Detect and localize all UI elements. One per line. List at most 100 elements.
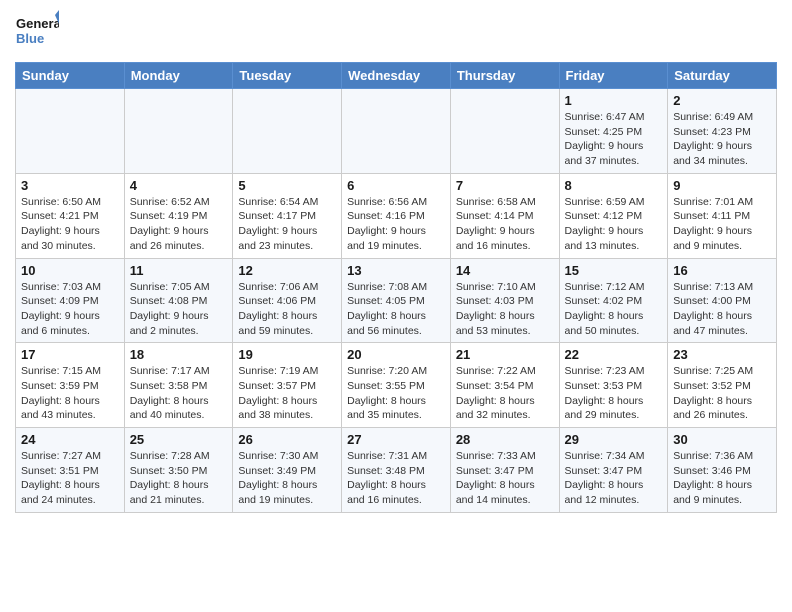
day-number: 6 [347,178,445,193]
day-number: 3 [21,178,119,193]
day-info: Sunrise: 6:49 AM Sunset: 4:23 PM Dayligh… [673,110,771,169]
calendar-cell: 16Sunrise: 7:13 AM Sunset: 4:00 PM Dayli… [668,258,777,343]
day-info: Sunrise: 7:01 AM Sunset: 4:11 PM Dayligh… [673,195,771,254]
day-info: Sunrise: 6:47 AM Sunset: 4:25 PM Dayligh… [565,110,663,169]
day-info: Sunrise: 7:19 AM Sunset: 3:57 PM Dayligh… [238,364,336,423]
calendar-cell: 3 Sunrise: 6:50 AM Sunset: 4:21 PM Daylig… [16,173,125,258]
calendar-cell: 2Sunrise: 6:49 AM Sunset: 4:23 PM Daylig… [668,89,777,174]
day-number: 28 [456,432,554,447]
calendar-cell: 13 Sunrise: 7:08 AM Sunset: 4:05 PM Dayli… [342,258,451,343]
day-info: Sunrise: 7:03 AM Sunset: 4:09 PM Dayligh… [21,280,119,339]
calendar-cell: 18Sunrise: 7:17 AM Sunset: 3:58 PM Dayli… [124,343,233,428]
day-info: Sunrise: 7:05 AM Sunset: 4:08 PM Dayligh… [130,280,228,339]
day-number: 1 [565,93,663,108]
day-info: Sunrise: 7:36 AM Sunset: 3:46 PM Dayligh… [673,449,771,508]
calendar-cell: 1 Sunrise: 6:47 AM Sunset: 4:25 PM Daylig… [559,89,668,174]
calendar-cell: 22Sunrise: 7:23 AM Sunset: 3:53 PM Dayli… [559,343,668,428]
calendar-cell: 27 Sunrise: 7:31 AM Sunset: 3:48 PM Dayli… [342,428,451,513]
day-number: 17 [21,347,119,362]
calendar-cell: 20Sunrise: 7:20 AM Sunset: 3:55 PM Dayli… [342,343,451,428]
calendar-cell: 14 Sunrise: 7:10 AM Sunset: 4:03 PM Dayli… [450,258,559,343]
calendar-week-1: 1 Sunrise: 6:47 AM Sunset: 4:25 PM Daylig… [16,89,777,174]
day-number: 25 [130,432,228,447]
calendar-cell [450,89,559,174]
day-info: Sunrise: 7:22 AM Sunset: 3:54 PM Dayligh… [456,364,554,423]
calendar-cell: 30 Sunrise: 7:36 AM Sunset: 3:46 PM Dayli… [668,428,777,513]
day-number: 19 [238,347,336,362]
day-info: Sunrise: 7:28 AM Sunset: 3:50 PM Dayligh… [130,449,228,508]
calendar-week-2: 3 Sunrise: 6:50 AM Sunset: 4:21 PM Daylig… [16,173,777,258]
calendar-cell [233,89,342,174]
day-header-monday: Monday [124,63,233,89]
day-number: 10 [21,263,119,278]
calendar-cell: 26 Sunrise: 7:30 AM Sunset: 3:49 PM Dayli… [233,428,342,513]
logo-icon: General Blue [15,10,59,54]
day-info: Sunrise: 7:30 AM Sunset: 3:49 PM Dayligh… [238,449,336,508]
calendar-cell: 10 Sunrise: 7:03 AM Sunset: 4:09 PM Dayli… [16,258,125,343]
day-number: 23 [673,347,771,362]
calendar-cell: 21 Sunrise: 7:22 AM Sunset: 3:54 PM Dayli… [450,343,559,428]
calendar-cell: 17 Sunrise: 7:15 AM Sunset: 3:59 PM Dayli… [16,343,125,428]
calendar-cell: 24 Sunrise: 7:27 AM Sunset: 3:51 PM Dayli… [16,428,125,513]
day-number: 12 [238,263,336,278]
calendar-cell [124,89,233,174]
svg-text:General: General [16,16,59,31]
day-number: 18 [130,347,228,362]
calendar-cell: 15 Sunrise: 7:12 AM Sunset: 4:02 PM Dayli… [559,258,668,343]
day-header-thursday: Thursday [450,63,559,89]
day-info: Sunrise: 6:58 AM Sunset: 4:14 PM Dayligh… [456,195,554,254]
logo: General Blue [15,10,59,54]
calendar-cell: 6 Sunrise: 6:56 AM Sunset: 4:16 PM Daylig… [342,173,451,258]
calendar-table: SundayMondayTuesdayWednesdayThursdayFrid… [15,62,777,513]
calendar-cell: 29 Sunrise: 7:34 AM Sunset: 3:47 PM Dayli… [559,428,668,513]
calendar-header-row: SundayMondayTuesdayWednesdayThursdayFrid… [16,63,777,89]
day-info: Sunrise: 7:27 AM Sunset: 3:51 PM Dayligh… [21,449,119,508]
calendar-cell: 28Sunrise: 7:33 AM Sunset: 3:47 PM Dayli… [450,428,559,513]
day-header-saturday: Saturday [668,63,777,89]
day-info: Sunrise: 7:15 AM Sunset: 3:59 PM Dayligh… [21,364,119,423]
day-info: Sunrise: 6:52 AM Sunset: 4:19 PM Dayligh… [130,195,228,254]
day-info: Sunrise: 6:54 AM Sunset: 4:17 PM Dayligh… [238,195,336,254]
day-number: 29 [565,432,663,447]
calendar-cell: 25 Sunrise: 7:28 AM Sunset: 3:50 PM Dayli… [124,428,233,513]
day-number: 7 [456,178,554,193]
calendar-cell: 8 Sunrise: 6:59 AM Sunset: 4:12 PM Daylig… [559,173,668,258]
calendar-week-5: 24 Sunrise: 7:27 AM Sunset: 3:51 PM Dayli… [16,428,777,513]
calendar-week-4: 17 Sunrise: 7:15 AM Sunset: 3:59 PM Dayli… [16,343,777,428]
day-info: Sunrise: 7:12 AM Sunset: 4:02 PM Dayligh… [565,280,663,339]
day-header-wednesday: Wednesday [342,63,451,89]
day-info: Sunrise: 7:08 AM Sunset: 4:05 PM Dayligh… [347,280,445,339]
day-info: Sunrise: 6:56 AM Sunset: 4:16 PM Dayligh… [347,195,445,254]
day-number: 20 [347,347,445,362]
day-info: Sunrise: 7:34 AM Sunset: 3:47 PM Dayligh… [565,449,663,508]
svg-text:Blue: Blue [16,31,44,46]
day-info: Sunrise: 7:31 AM Sunset: 3:48 PM Dayligh… [347,449,445,508]
calendar-cell [342,89,451,174]
day-number: 21 [456,347,554,362]
day-info: Sunrise: 6:50 AM Sunset: 4:21 PM Dayligh… [21,195,119,254]
day-number: 26 [238,432,336,447]
calendar-cell [16,89,125,174]
calendar-cell: 5Sunrise: 6:54 AM Sunset: 4:17 PM Daylig… [233,173,342,258]
calendar-cell: 23Sunrise: 7:25 AM Sunset: 3:52 PM Dayli… [668,343,777,428]
day-info: Sunrise: 7:23 AM Sunset: 3:53 PM Dayligh… [565,364,663,423]
day-header-sunday: Sunday [16,63,125,89]
day-info: Sunrise: 6:59 AM Sunset: 4:12 PM Dayligh… [565,195,663,254]
calendar-week-3: 10 Sunrise: 7:03 AM Sunset: 4:09 PM Dayli… [16,258,777,343]
day-number: 8 [565,178,663,193]
day-number: 30 [673,432,771,447]
page-container: General Blue SundayMondayTuesdayWednesda… [0,0,792,523]
day-number: 27 [347,432,445,447]
day-number: 13 [347,263,445,278]
calendar-cell: 4Sunrise: 6:52 AM Sunset: 4:19 PM Daylig… [124,173,233,258]
page-header: General Blue [15,10,777,54]
calendar-cell: 12Sunrise: 7:06 AM Sunset: 4:06 PM Dayli… [233,258,342,343]
day-number: 14 [456,263,554,278]
day-number: 11 [130,263,228,278]
day-number: 15 [565,263,663,278]
day-info: Sunrise: 7:13 AM Sunset: 4:00 PM Dayligh… [673,280,771,339]
day-info: Sunrise: 7:10 AM Sunset: 4:03 PM Dayligh… [456,280,554,339]
day-header-friday: Friday [559,63,668,89]
day-number: 24 [21,432,119,447]
day-number: 9 [673,178,771,193]
